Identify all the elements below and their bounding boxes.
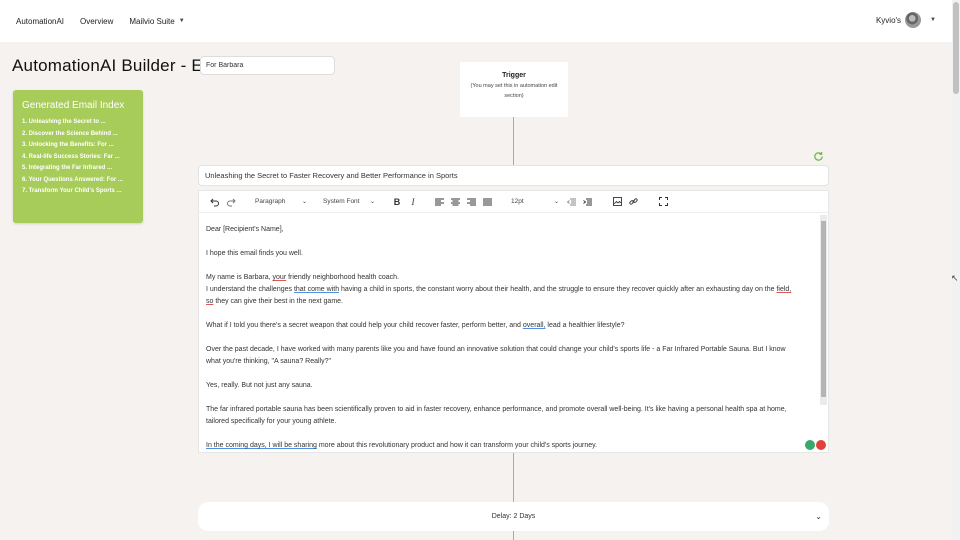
- bold-icon[interactable]: B: [389, 194, 405, 210]
- editor-scrollbar[interactable]: [820, 215, 827, 405]
- link-icon[interactable]: [625, 194, 641, 210]
- body-text: friendly neighborhood health coach.: [286, 274, 400, 281]
- align-right-icon[interactable]: [463, 194, 479, 210]
- email-index-item[interactable]: 5. Integrating the Far Infrared ...: [22, 165, 134, 171]
- editor-toolbar: Paragraph ⌄ System Font ⌄ B I 12pt ⌄: [199, 191, 828, 213]
- flow-connector: [513, 117, 514, 165]
- body-text: What if I told you there's a secret weap…: [206, 322, 523, 329]
- mouse-cursor-icon: ↖: [951, 273, 959, 283]
- body-paragraph: I hope this email finds you well.: [206, 250, 303, 257]
- page-scrollbar-thumb[interactable]: [953, 2, 959, 94]
- nav-suite-dropdown[interactable]: Mailvio Suite ▼: [129, 17, 184, 26]
- trigger-description: (You may set this in automation edit sec…: [470, 83, 558, 99]
- delay-step[interactable]: Delay: 2 Days ⌄: [198, 502, 829, 531]
- font-family-select[interactable]: System Font ⌄: [319, 194, 379, 210]
- body-paragraph: tailored specifically for your young ath…: [206, 418, 337, 425]
- body-text: having a child in sports, the constant w…: [339, 286, 777, 293]
- align-justify-icon[interactable]: [479, 194, 495, 210]
- align-center-icon[interactable]: [447, 194, 463, 210]
- body-paragraph: Dear [Recipient's Name],: [206, 226, 284, 233]
- email-editor: Paragraph ⌄ System Font ⌄ B I 12pt ⌄ Dea…: [198, 190, 829, 453]
- chevron-down-icon: ⌄: [815, 512, 822, 521]
- spellcheck-highlight[interactable]: field,: [776, 286, 791, 293]
- body-paragraph: What if I told you there's a secret weap…: [206, 320, 811, 332]
- outdent-icon[interactable]: [563, 194, 579, 210]
- spellcheck-highlight[interactable]: your: [273, 274, 287, 281]
- flow-connector: [513, 453, 514, 502]
- nav-suite-label: Mailvio Suite: [129, 16, 175, 26]
- body-text: more about this revolutionary product an…: [316, 442, 598, 449]
- editor-scrollbar-thumb[interactable]: [821, 221, 826, 397]
- nav-overview-link[interactable]: Overview: [80, 17, 113, 26]
- italic-icon[interactable]: I: [405, 194, 421, 210]
- refresh-icon[interactable]: [813, 151, 824, 162]
- chevron-down-icon: ⌄: [369, 199, 375, 205]
- body-text: they can give their best in the next gam…: [213, 298, 343, 305]
- chevron-down-icon: ⌄: [553, 199, 559, 205]
- body-paragraph: what you're thinking, "A sauna? Really?": [206, 358, 331, 365]
- email-index-item[interactable]: 1. Unleashing the Secret to ...: [22, 119, 134, 125]
- body-paragraph: In the coming days, I will be sharing mo…: [206, 440, 811, 452]
- body-text: lead a healthier lifestyle?: [545, 322, 625, 329]
- page-scrollbar[interactable]: [952, 0, 960, 540]
- delay-label: Delay: 2 Days: [491, 513, 536, 520]
- email-index-list: 1. Unleashing the Secret to ... 2. Disco…: [22, 119, 134, 194]
- spell-check-icon[interactable]: [816, 440, 826, 450]
- grammar-highlight[interactable]: that come with: [294, 286, 339, 293]
- email-index-item[interactable]: 7. Transform Your Child's Sports ...: [22, 188, 134, 194]
- image-icon[interactable]: [609, 194, 625, 210]
- email-subject-input[interactable]: [198, 165, 829, 186]
- email-index-title: Generated Email Index: [22, 100, 125, 111]
- page-title: AutomationAI Builder - Edit: [12, 56, 222, 75]
- grammar-tools: [804, 440, 826, 450]
- body-paragraph: Over the past decade, I have worked with…: [206, 346, 786, 353]
- grammar-highlight[interactable]: In the coming days, I will be sharing: [206, 442, 317, 449]
- grammar-check-icon[interactable]: [805, 440, 815, 450]
- email-body[interactable]: Dear [Recipient's Name], I hope this ema…: [199, 219, 818, 452]
- body-paragraph: Yes, really. But not just any sauna.: [206, 382, 313, 389]
- body-paragraph: The far infrared portable sauna has been…: [206, 406, 787, 413]
- flow-connector: [513, 531, 514, 540]
- email-index-item[interactable]: 3. Unlocking the Benefits: For ...: [22, 142, 134, 148]
- caret-down-icon: ▼: [178, 18, 185, 24]
- block-format-value: Paragraph: [255, 198, 286, 205]
- email-index-panel: Generated Email Index 1. Unleashing the …: [13, 90, 143, 223]
- caret-down-icon: ▼: [930, 17, 936, 23]
- font-family-value: System Font: [323, 198, 360, 205]
- font-size-select[interactable]: 12pt ⌄: [507, 194, 563, 210]
- block-format-select[interactable]: Paragraph ⌄: [251, 194, 311, 210]
- fullscreen-icon[interactable]: [655, 194, 671, 210]
- body-paragraph: I understand the challenges that come wi…: [206, 284, 811, 308]
- font-size-value: 12pt: [511, 198, 524, 205]
- body-text: My name is Barbara,: [206, 274, 273, 281]
- align-left-icon[interactable]: [431, 194, 447, 210]
- trigger-node[interactable]: Trigger (You may set this in automation …: [460, 62, 568, 117]
- redo-icon[interactable]: [223, 194, 239, 210]
- body-text: I understand the challenges: [206, 286, 294, 293]
- undo-icon[interactable]: [207, 194, 223, 210]
- email-index-item[interactable]: 4. Real-life Success Stories: Far ...: [22, 154, 134, 160]
- chevron-down-icon: ⌄: [301, 199, 307, 205]
- email-index-item[interactable]: 2. Discover the Science Behind ...: [22, 131, 134, 137]
- trigger-title: Trigger: [502, 72, 526, 79]
- user-menu[interactable]: Kyvio's ▼: [876, 12, 936, 28]
- email-index-item[interactable]: 6. Your Questions Answered: For ...: [22, 177, 134, 183]
- grammar-highlight[interactable]: overall,: [523, 322, 546, 329]
- avatar: [905, 12, 922, 28]
- body-paragraph: My name is Barbara, your friendly neighb…: [206, 272, 811, 284]
- user-name: Kyvio's: [875, 15, 902, 25]
- top-navbar: AutomationAI Overview Mailvio Suite ▼ Ky…: [0, 0, 952, 42]
- indent-icon[interactable]: [579, 194, 595, 210]
- automation-name-input[interactable]: [200, 56, 335, 75]
- nav-brand-link[interactable]: AutomationAI: [16, 17, 64, 26]
